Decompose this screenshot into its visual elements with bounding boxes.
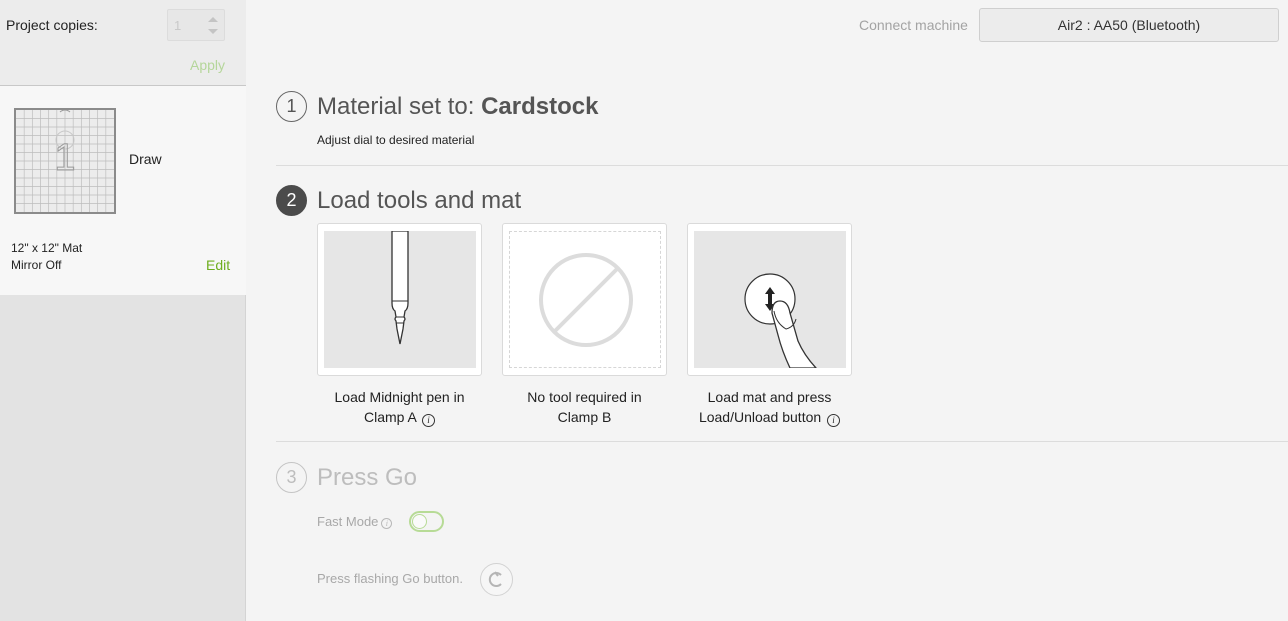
mat-card[interactable]: 1 Draw 12" x 12" Mat Mirror Off Edit bbox=[0, 86, 246, 295]
clamp-b-label: No tool required in Clamp B bbox=[502, 387, 667, 427]
load-mat-line2-row: Load/Unload button i bbox=[687, 407, 852, 427]
go-icon bbox=[488, 571, 502, 587]
step-1-title-prefix: Material set to: bbox=[317, 93, 482, 120]
pen-illustration bbox=[324, 231, 476, 368]
press-go-label: Press flashing Go button. bbox=[317, 571, 463, 586]
clamp-a-card bbox=[317, 223, 482, 376]
fast-mode-label-row: Fast Mode i bbox=[317, 514, 393, 529]
step-1-subtitle: Adjust dial to desired material bbox=[317, 133, 475, 147]
step-3-number: 3 bbox=[276, 462, 307, 493]
info-icon[interactable]: i bbox=[827, 414, 841, 427]
divider bbox=[276, 165, 1288, 166]
project-copies-panel: Project copies: 1 Apply bbox=[0, 0, 246, 86]
load-mat-line1: Load mat and press bbox=[707, 389, 832, 405]
stepper-down-icon[interactable] bbox=[208, 29, 218, 34]
project-copies-stepper[interactable]: 1 bbox=[167, 9, 225, 41]
clamp-a-line2-row: Clamp A i bbox=[317, 407, 482, 427]
clamp-a-label: Load Midnight pen in Clamp A i bbox=[317, 387, 482, 427]
clamp-a-line2: Clamp A bbox=[363, 409, 417, 425]
mirror-status-label: Mirror Off bbox=[11, 258, 62, 272]
edit-mat-button[interactable]: Edit bbox=[206, 257, 230, 273]
clamp-b-card bbox=[502, 223, 667, 376]
step-1-number: 1 bbox=[276, 91, 307, 122]
step-2-number: 2 bbox=[276, 185, 307, 216]
press-button-illustration bbox=[694, 231, 846, 368]
step-2-title: Load tools and mat bbox=[317, 187, 522, 214]
apply-button[interactable]: Apply bbox=[190, 57, 225, 73]
project-copies-value: 1 bbox=[174, 18, 182, 33]
step-3-title: Press Go bbox=[317, 464, 418, 491]
clamp-b-line2: Clamp B bbox=[557, 409, 612, 425]
divider bbox=[276, 441, 1288, 442]
machine-select-button[interactable]: Air2 : AA50 (Bluetooth) bbox=[979, 8, 1279, 42]
go-button[interactable] bbox=[480, 563, 513, 596]
load-mat-line2: Load/Unload button bbox=[698, 409, 822, 425]
step-1-title: Material set to: Cardstock bbox=[317, 93, 598, 121]
load-mat-card bbox=[687, 223, 852, 376]
mat-size-label: 12" x 12" Mat bbox=[11, 241, 83, 255]
main-panel: Connect machine Air2 : AA50 (Bluetooth) … bbox=[247, 0, 1288, 621]
connect-machine-label: Connect machine bbox=[859, 17, 968, 33]
fast-mode-toggle[interactable] bbox=[409, 511, 444, 532]
mat-number: 1 bbox=[54, 137, 75, 179]
sidebar: Project copies: 1 Apply 1 Draw 12" x 12"… bbox=[0, 0, 246, 621]
clamp-a-line1: Load Midnight pen in bbox=[334, 389, 465, 405]
info-icon[interactable]: i bbox=[422, 414, 436, 427]
no-tool-icon bbox=[509, 231, 661, 368]
toggle-knob bbox=[412, 514, 427, 529]
project-copies-label: Project copies: bbox=[6, 17, 98, 33]
fast-mode-info-icon[interactable]: i bbox=[381, 518, 393, 529]
clamp-b-line1: No tool required in bbox=[527, 389, 642, 405]
material-name[interactable]: Cardstock bbox=[481, 93, 598, 120]
load-mat-label: Load mat and press Load/Unload button i bbox=[687, 387, 852, 427]
mat-operation-label: Draw bbox=[129, 151, 162, 167]
mat-thumbnail[interactable]: 1 bbox=[14, 108, 116, 214]
stepper-up-icon[interactable] bbox=[208, 17, 218, 22]
fast-mode-label: Fast Mode bbox=[317, 514, 379, 529]
